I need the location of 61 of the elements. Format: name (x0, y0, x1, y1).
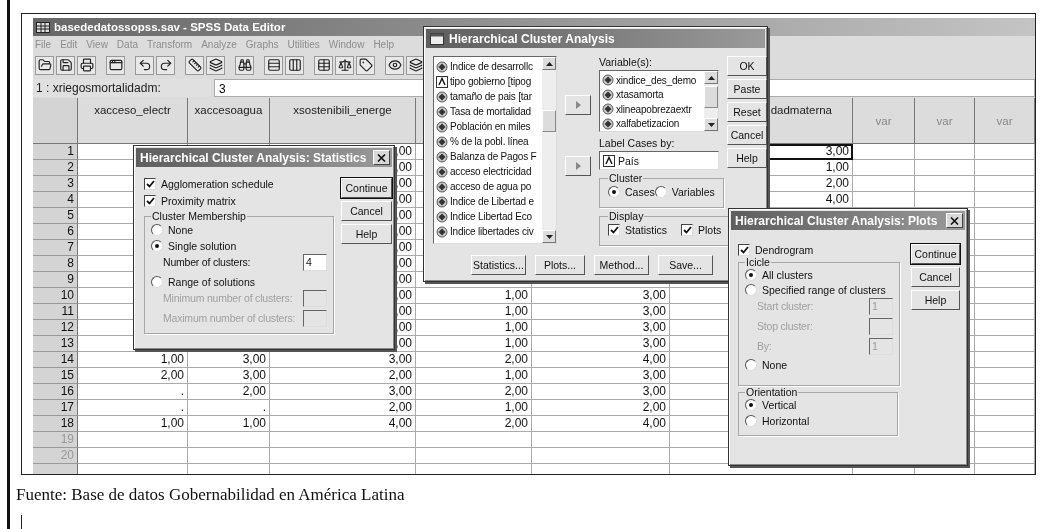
checkbox-label: Plots (698, 224, 722, 236)
dialog-title-bar: Hierarchical Cluster Analysis: Statistics (136, 148, 392, 167)
table-cell: 3,00 (532, 368, 670, 384)
table-cell: 1,00 (416, 400, 532, 416)
cell-reference: 1 : xriegosmortalidadm: (33, 79, 211, 97)
field-label: Number of clusters: (162, 256, 252, 268)
table-cell: 1,00 (416, 304, 532, 320)
table-cell: 2,00 (188, 384, 270, 400)
checkbox-label: Proximity matrix (161, 195, 236, 207)
radio-label: None (168, 224, 194, 236)
table-cell: 3,00 (188, 352, 270, 368)
radio-label: Single solution (168, 240, 237, 252)
figure-caption: Fuente: Base de datos Gobernabilidad en América Latina (16, 485, 406, 506)
table-cell: 1,00 (416, 320, 532, 336)
table-cell: 2,00 (78, 368, 188, 384)
radio-label: Range of solutions (168, 276, 255, 288)
dialog-title-bar: Hierarchical Cluster Analysis: Plots (731, 211, 965, 230)
group-title: Cluster (608, 172, 644, 184)
table-cell: 3,00 (532, 384, 670, 400)
table-cell: 2,00 (270, 400, 416, 416)
field-label: Start cluster: (756, 300, 815, 312)
table-cell: . (78, 384, 188, 400)
table-cell: 3,00 (532, 288, 670, 304)
radio-label: All clusters (762, 269, 813, 281)
checkbox-label: Dendrogram (755, 244, 814, 256)
table-cell: 3,00 (188, 368, 270, 384)
table-cell: 4,00 (532, 416, 670, 432)
group-title: Display (608, 210, 645, 222)
field-label: Stop cluster: (756, 320, 814, 332)
checkbox-label: Statistics (625, 224, 667, 236)
table-cell: 4,00 (270, 416, 416, 432)
field-label: By: (756, 340, 773, 352)
table-cell: 1,00 (78, 416, 188, 432)
table-cell: 3,00 (532, 336, 670, 352)
table-cell: 2,00 (270, 368, 416, 384)
table-cell: . (78, 400, 188, 416)
radio-label: Cases (625, 186, 655, 198)
radio-label: Specified range of clusters (762, 284, 886, 296)
dialog-title-bar: Hierarchical Cluster Analysis (426, 29, 765, 48)
table-cell: 3,00 (270, 384, 416, 400)
table-cell: 2,00 (532, 400, 670, 416)
table-cell: 1,00 (416, 368, 532, 384)
table-cell: 3,00 (532, 320, 670, 336)
table-cell: . (188, 400, 270, 416)
radio-label: Vertical (762, 399, 797, 411)
group-title: Cluster Membership (151, 210, 247, 222)
table-cell: 1,00 (416, 288, 532, 304)
group-title: Icicle (745, 256, 771, 268)
table-cell: 1,00 (188, 416, 270, 432)
table-cell: 3,00 (532, 304, 670, 320)
table-cell: 4,00 (532, 352, 670, 368)
table-cell: 2,00 (416, 352, 532, 368)
table-cell: 3,00 (270, 352, 416, 368)
radio-label: Horizontal (762, 415, 810, 427)
radio-label: None (762, 359, 788, 371)
table-cell: 2,00 (416, 416, 532, 432)
group-title: Orientation (745, 386, 799, 398)
list-label: Variable(s): (599, 56, 653, 70)
table-cell: 1,00 (78, 352, 188, 368)
table-cell: 2,00 (416, 384, 532, 400)
table-cell: 1,00 (416, 336, 532, 352)
